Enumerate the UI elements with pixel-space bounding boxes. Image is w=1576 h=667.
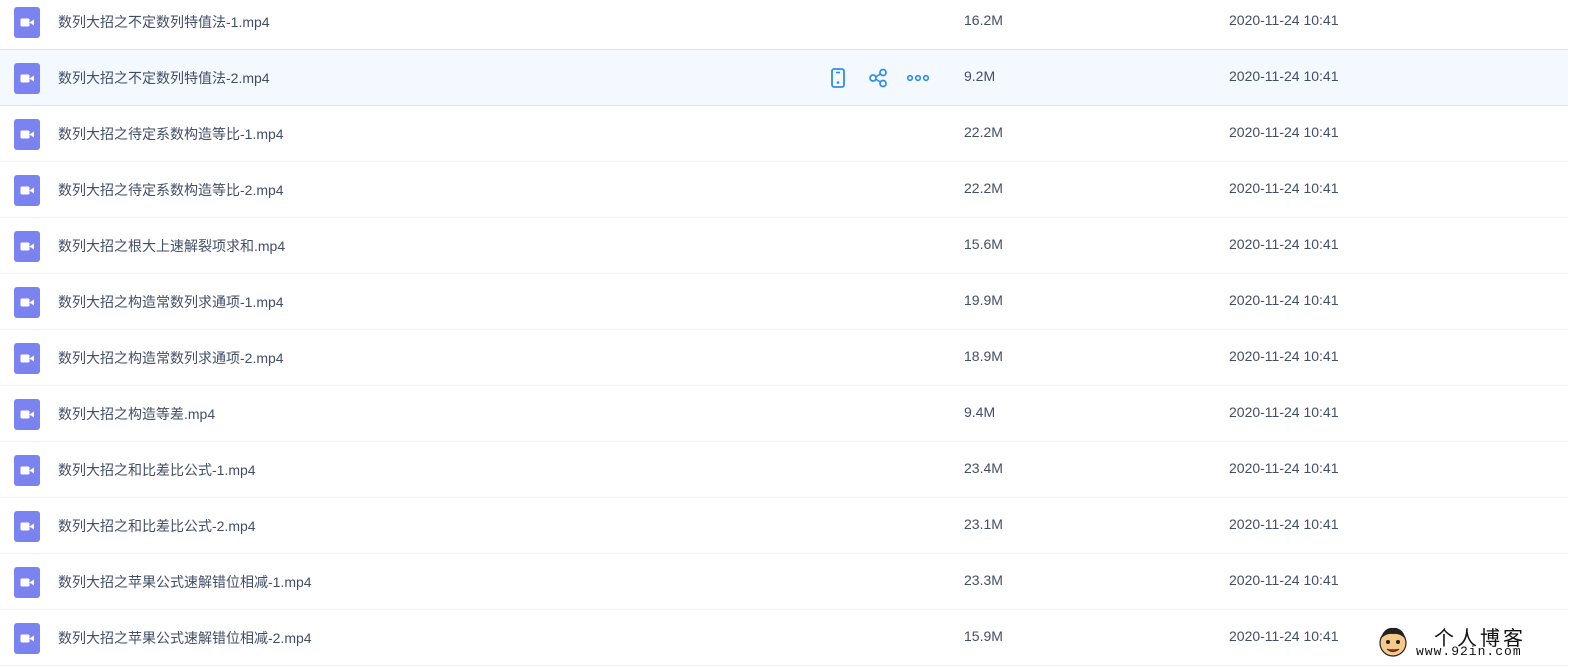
blog-watermark: 个人博客 www.92in.com — [1372, 620, 1572, 665]
phone-icon[interactable] — [826, 66, 850, 90]
file-name[interactable]: 数列大招之构造常数列求通项-2.mp4 — [58, 348, 284, 368]
file-row[interactable]: 数列大招之根大上速解裂项求和.mp4 15.6M 2020-11-24 10:4… — [0, 218, 1568, 274]
file-size: 15.9M — [964, 628, 1003, 644]
file-row[interactable]: 数列大招之待定系数构造等比-2.mp4 22.2M 2020-11-24 10:… — [0, 162, 1568, 218]
file-row[interactable]: 数列大招之待定系数构造等比-1.mp4 22.2M 2020-11-24 10:… — [0, 106, 1568, 162]
cartoon-face-icon — [1379, 627, 1407, 657]
video-file-icon — [14, 287, 40, 318]
file-date: 2020-11-24 10:41 — [1229, 12, 1339, 28]
file-size: 9.4M — [964, 404, 996, 420]
file-date: 2020-11-24 10:41 — [1229, 404, 1339, 420]
file-row[interactable]: 数列大招之构造常数列求通项-1.mp4 19.9M 2020-11-24 10:… — [0, 274, 1568, 330]
file-row[interactable]: 数列大招之构造等差.mp4 9.4M 2020-11-24 10:41 — [0, 386, 1568, 442]
file-size: 18.9M — [964, 348, 1003, 364]
video-file-icon — [14, 399, 40, 430]
file-date: 2020-11-24 10:41 — [1229, 516, 1339, 532]
share-icon[interactable] — [866, 66, 890, 90]
file-name[interactable]: 数列大招之构造等差.mp4 — [58, 404, 215, 424]
video-file-icon — [14, 175, 40, 206]
video-file-icon — [14, 623, 40, 654]
video-file-icon — [14, 119, 40, 150]
file-date: 2020-11-24 10:41 — [1229, 460, 1339, 476]
video-file-icon — [14, 455, 40, 486]
file-date: 2020-11-24 10:41 — [1229, 572, 1339, 588]
file-row-hovered[interactable]: 数列大招之不定数列特值法-2.mp4 9.2M 2020-11-24 10:41 — [0, 49, 1568, 106]
file-name[interactable]: 数列大招之和比差比公式-1.mp4 — [58, 460, 256, 480]
file-row[interactable]: 数列大招之不定数列特值法-1.mp4 16.2M 2020-11-24 10:4… — [0, 0, 1568, 50]
video-file-icon — [14, 567, 40, 598]
more-icon[interactable] — [906, 66, 930, 90]
file-size: 23.1M — [964, 516, 1003, 532]
file-size: 22.2M — [964, 124, 1003, 140]
file-date: 2020-11-24 10:41 — [1229, 348, 1339, 364]
file-name[interactable]: 数列大招之待定系数构造等比-2.mp4 — [58, 180, 284, 200]
video-file-icon — [14, 231, 40, 262]
file-name[interactable]: 数列大招之和比差比公式-2.mp4 — [58, 516, 256, 536]
file-row[interactable]: 数列大招之苹果公式速解错位相减-1.mp4 23.3M 2020-11-24 1… — [0, 554, 1568, 610]
file-date: 2020-11-24 10:41 — [1229, 292, 1339, 308]
file-size: 19.9M — [964, 292, 1003, 308]
file-name[interactable]: 数列大招之根大上速解裂项求和.mp4 — [58, 236, 285, 256]
file-date: 2020-11-24 10:41 — [1229, 124, 1339, 140]
file-date: 2020-11-24 10:41 — [1229, 68, 1339, 84]
video-file-icon — [14, 63, 40, 94]
file-name[interactable]: 数列大招之苹果公式速解错位相减-2.mp4 — [58, 628, 312, 648]
file-name[interactable]: 数列大招之待定系数构造等比-1.mp4 — [58, 124, 284, 144]
file-date: 2020-11-24 10:41 — [1229, 180, 1339, 196]
video-file-icon — [14, 343, 40, 374]
file-size: 16.2M — [964, 12, 1003, 28]
file-name[interactable]: 数列大招之构造常数列求通项-1.mp4 — [58, 292, 284, 312]
file-size: 23.3M — [964, 572, 1003, 588]
file-row[interactable]: 数列大招之和比差比公式-2.mp4 23.1M 2020-11-24 10:41 — [0, 498, 1568, 554]
row-actions — [826, 66, 930, 90]
file-row[interactable]: 数列大招之和比差比公式-1.mp4 23.4M 2020-11-24 10:41 — [0, 442, 1568, 498]
file-size: 9.2M — [964, 68, 996, 84]
file-date: 2020-11-24 10:41 — [1229, 628, 1339, 644]
file-size: 22.2M — [964, 180, 1003, 196]
file-list: 数列大招之不定数列特值法-1.mp4 16.2M 2020-11-24 10:4… — [0, 0, 1568, 666]
file-name[interactable]: 数列大招之不定数列特值法-2.mp4 — [58, 68, 270, 88]
file-date: 2020-11-24 10:41 — [1229, 236, 1339, 252]
file-row[interactable]: 数列大招之苹果公式速解错位相减-2.mp4 15.9M 2020-11-24 1… — [0, 610, 1568, 666]
watermark-url: www.92in.com — [1416, 644, 1522, 659]
file-name[interactable]: 数列大招之不定数列特值法-1.mp4 — [58, 12, 270, 32]
video-file-icon — [14, 511, 40, 542]
file-size: 15.6M — [964, 236, 1003, 252]
video-file-icon — [14, 7, 40, 38]
file-size: 23.4M — [964, 460, 1003, 476]
file-row[interactable]: 数列大招之构造常数列求通项-2.mp4 18.9M 2020-11-24 10:… — [0, 330, 1568, 386]
file-name[interactable]: 数列大招之苹果公式速解错位相减-1.mp4 — [58, 572, 312, 592]
